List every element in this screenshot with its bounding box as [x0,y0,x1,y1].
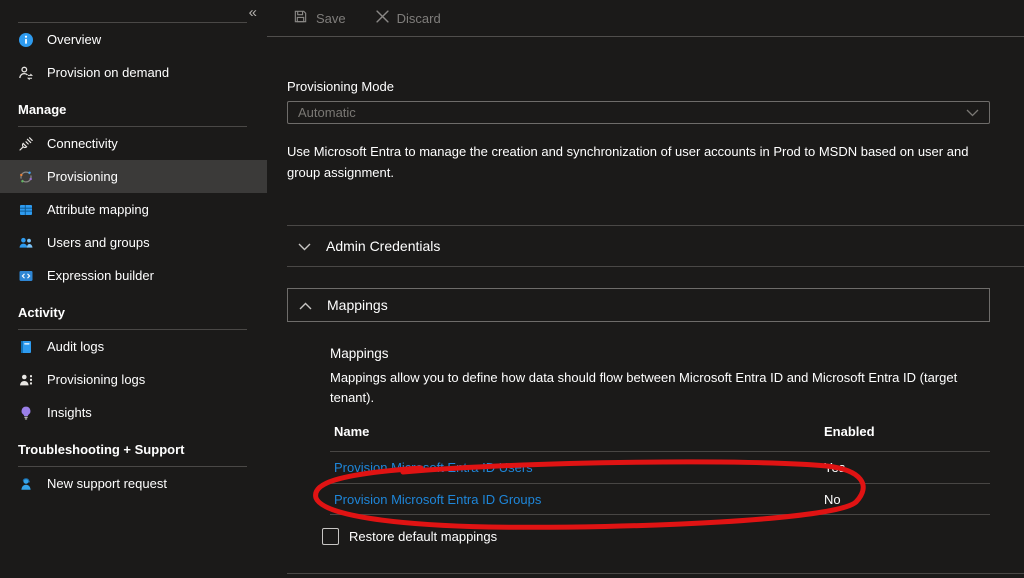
sidebar-collapse-button[interactable]: « [249,4,257,21]
sidebar-item-users-and-groups[interactable]: Users and groups [0,226,267,259]
people-icon [18,235,34,251]
sidebar-item-provisioning[interactable]: Provisioning [0,160,267,193]
sidebar-item-label: Provision on demand [47,65,169,80]
discard-button[interactable]: Discard [376,10,441,26]
sidebar-item-attribute-mapping[interactable]: Attribute mapping [0,193,267,226]
sidebar-item-audit-logs[interactable]: Audit logs [0,330,267,363]
command-bar: Save Discard [267,0,1024,37]
sidebar-item-insights[interactable]: Insights [0,396,267,429]
sidebar-item-label: New support request [47,476,167,491]
sync-icon [18,169,34,185]
sidebar-item-provisioning-logs[interactable]: Provisioning logs [0,363,267,396]
person-sync-icon [18,65,34,81]
sidebar-section-header-troubleshooting: Troubleshooting + Support [0,429,267,466]
save-label: Save [316,11,346,26]
info-icon [18,32,34,48]
chevron-down-icon [966,105,979,120]
sidebar-item-label: Expression builder [47,268,154,283]
provisioning-mode-select[interactable]: Automatic [287,101,990,124]
sidebar-section-header-activity: Activity [0,292,267,329]
chevron-up-icon [299,298,312,313]
mappings-content: Mappings Mappings allow you to define ho… [330,346,990,545]
save-button[interactable]: Save [293,9,346,27]
sidebar-item-label: Provisioning logs [47,372,145,387]
section-divider [287,266,1024,267]
mapping-enabled-value: Yes [824,460,994,475]
bottom-divider [287,573,1024,574]
support-person-icon [18,476,34,492]
restore-default-mappings-row: Restore default mappings [322,528,990,545]
admin-credentials-header[interactable]: Admin Credentials [287,226,1024,266]
provisioning-page: « Overview Provision on demand Manage Co… [0,0,1024,578]
restore-default-mappings-label: Restore default mappings [349,529,497,544]
column-header-enabled: Enabled [824,424,994,439]
provisioning-mode-label: Provisioning Mode [287,79,1024,94]
mappings-table: Name Enabled Provision Microsoft Entra I… [330,416,990,515]
sidebar: « Overview Provision on demand Manage Co… [0,0,267,578]
sidebar-item-label: Connectivity [47,136,118,151]
plug-icon [18,136,34,152]
mappings-section-header[interactable]: Mappings [287,288,990,322]
sidebar-item-new-support-request[interactable]: New support request [0,467,267,500]
admin-credentials-label: Admin Credentials [326,238,440,254]
mappings-description: Mappings allow you to define how data sh… [330,368,978,408]
provisioning-mode-value: Automatic [298,105,356,120]
table-row: Provision Microsoft Entra ID Users Yes [330,451,990,483]
sidebar-item-connectivity[interactable]: Connectivity [0,127,267,160]
save-icon [293,9,308,27]
content-area: Provisioning Mode Automatic Use Microsof… [267,79,1024,574]
mappings-section-label: Mappings [327,297,388,313]
sidebar-item-expression-builder[interactable]: Expression builder [0,259,267,292]
sidebar-item-label: Overview [47,32,101,47]
restore-default-mappings-checkbox[interactable] [322,528,339,545]
mapping-link-groups[interactable]: Provision Microsoft Entra ID Groups [334,492,824,507]
sidebar-item-label: Audit logs [47,339,104,354]
mappings-table-header: Name Enabled [330,416,990,451]
person-log-icon [18,372,34,388]
sidebar-item-label: Provisioning [47,169,118,184]
discard-label: Discard [397,11,441,26]
code-icon [18,268,34,284]
chevron-down-icon [298,239,311,254]
table-row: Provision Microsoft Entra ID Groups No [330,483,990,515]
sidebar-item-label: Attribute mapping [47,202,149,217]
sidebar-item-overview[interactable]: Overview [0,23,267,56]
sidebar-section-header-manage: Manage [0,89,267,126]
provisioning-description: Use Microsoft Entra to manage the creati… [287,141,987,183]
mapping-enabled-value: No [824,492,994,507]
sidebar-item-label: Insights [47,405,92,420]
lightbulb-icon [18,405,34,421]
book-icon [18,339,34,355]
main-panel: Save Discard Provisioning Mode Automatic… [267,0,1024,578]
sidebar-item-label: Users and groups [47,235,150,250]
close-icon [376,10,389,26]
mappings-title: Mappings [330,346,990,361]
mapping-link-users[interactable]: Provision Microsoft Entra ID Users [334,460,824,475]
table-icon [18,202,34,218]
sidebar-item-provision-on-demand[interactable]: Provision on demand [0,56,267,89]
column-header-name: Name [334,424,824,439]
